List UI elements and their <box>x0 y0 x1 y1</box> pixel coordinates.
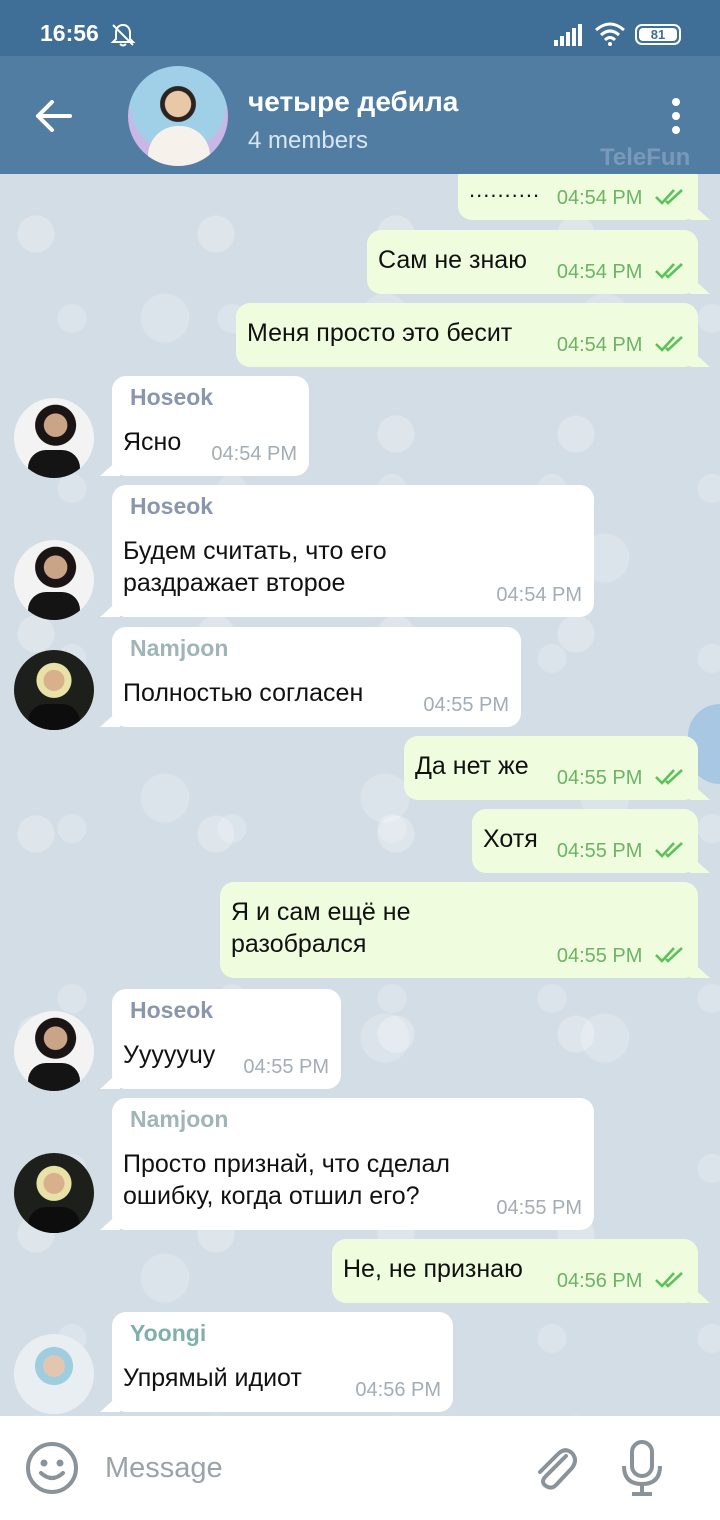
double-check-icon <box>655 842 683 858</box>
status-time: 16:56 <box>40 20 99 46</box>
message-meta: 04:54 PM <box>557 261 686 284</box>
chat-header: четыре дебила 4 members TeleFun <box>0 56 720 174</box>
message-text-line: раздражает второе <box>123 569 346 597</box>
message-text: Полностью согласен <box>123 679 364 707</box>
message-text-line: ошибку, когда отшил его? <box>123 1182 420 1210</box>
message-bubble-incoming[interactable]: Namjoon Полностью согласен 04:55 PM <box>100 627 521 727</box>
message-bubble-incoming[interactable]: Yoongi Упрямый идиот 04:56 PM <box>100 1312 453 1412</box>
message-input[interactable]: Message <box>105 1452 223 1485</box>
emoji-icon[interactable] <box>24 1440 80 1496</box>
message-time: 04:56 PM <box>556 1270 643 1292</box>
message-text: Сам не знаю <box>378 246 527 274</box>
sender-name[interactable]: Namjoon <box>130 1106 228 1133</box>
message-time: 04:55 PM <box>556 767 643 789</box>
message-bubble-outgoing[interactable]: Хотя 04:55 PM <box>472 809 710 873</box>
message-text: Упрямый идиот <box>123 1364 302 1392</box>
avatar-namjoon[interactable] <box>14 1153 94 1233</box>
message-time: 04:56 PM <box>355 1379 441 1401</box>
sender-name[interactable]: Hoseok <box>130 384 213 411</box>
message-bubble-outgoing[interactable]: .......... 04:54 PM <box>458 174 710 220</box>
microphone-icon[interactable] <box>620 1438 664 1498</box>
double-check-icon <box>655 336 683 352</box>
watermark: TeleFun <box>600 144 691 171</box>
double-check-icon <box>655 189 683 205</box>
bell-off-icon <box>110 23 136 47</box>
battery-level: 81 <box>639 28 677 41</box>
message-bubble-outgoing[interactable]: Я и сам ещё не разобрался 04:55 PM <box>220 882 710 978</box>
message-text-line: разобрался <box>231 930 367 958</box>
status-bar: 16:56 81 <box>0 0 720 56</box>
message-text: Уууууuy <box>123 1041 216 1069</box>
message-meta: 04:54 PM <box>557 187 686 210</box>
message-meta: 04:55 PM <box>557 767 686 790</box>
paperclip-icon[interactable] <box>526 1440 582 1496</box>
message-time: 04:54 PM <box>496 584 582 606</box>
message-meta: 04:55 PM <box>557 840 686 863</box>
message-time: 04:55 PM <box>496 1197 582 1219</box>
avatar-hoseok[interactable] <box>14 1011 94 1091</box>
double-check-icon <box>655 263 683 279</box>
message-time: 04:55 PM <box>243 1056 329 1078</box>
message-bubble-outgoing[interactable]: Меня просто это бесит 04:54 PM <box>236 303 710 367</box>
message-time: 04:55 PM <box>423 694 509 716</box>
avatar-hoseok[interactable] <box>14 398 94 478</box>
chat-title[interactable]: четыре дебила <box>248 86 458 118</box>
message-bubble-incoming[interactable]: Hoseok Будем считать, что его раздражает… <box>100 485 594 617</box>
message-time: 04:54 PM <box>556 187 643 209</box>
message-text: Да нет же <box>415 752 529 780</box>
message-time: 04:54 PM <box>556 261 643 283</box>
message-composer: Message <box>0 1416 720 1520</box>
double-check-icon <box>655 769 683 785</box>
avatar-hoseok[interactable] <box>14 540 94 620</box>
message-text-line: Будем считать, что его <box>123 537 387 565</box>
signal-icon <box>554 24 582 46</box>
message-meta: 04:56 PM <box>557 1270 686 1293</box>
message-time: 04:55 PM <box>556 945 643 967</box>
double-check-icon <box>655 947 683 963</box>
message-text: Меня просто это бесит <box>247 319 513 347</box>
message-list[interactable]: .......... 04:54 PM Сам не знаю 04:54 PM… <box>0 174 720 1416</box>
message-text-line: Просто признай, что сделал <box>123 1150 451 1178</box>
message-time: 04:55 PM <box>556 840 643 862</box>
avatar-yoongi[interactable] <box>14 1334 94 1414</box>
more-vert-icon[interactable] <box>664 96 688 136</box>
sender-name[interactable]: Namjoon <box>130 635 228 662</box>
double-check-icon <box>655 1272 683 1288</box>
sender-name[interactable]: Hoseok <box>130 493 213 520</box>
message-bubble-incoming[interactable]: Namjoon Просто признай, что сделал ошибк… <box>100 1098 594 1230</box>
battery-icon: 81 <box>635 24 681 45</box>
message-meta: 04:55 PM <box>557 945 686 968</box>
message-time: 04:54 PM <box>556 334 643 356</box>
message-bubble-outgoing[interactable]: Не, не признаю 04:56 PM <box>332 1239 710 1303</box>
message-bubble-outgoing[interactable]: Сам не знаю 04:54 PM <box>367 230 710 294</box>
sender-name[interactable]: Yoongi <box>130 1320 206 1347</box>
wifi-icon <box>595 22 625 46</box>
chat-member-count: 4 members <box>248 127 369 154</box>
group-avatar[interactable] <box>128 66 228 166</box>
message-text-line: Я и сам ещё не <box>231 898 411 926</box>
message-bubble-incoming[interactable]: Hoseok Уууууuy 04:55 PM <box>100 989 341 1089</box>
message-meta: 04:54 PM <box>557 334 686 357</box>
back-arrow-icon[interactable] <box>32 96 76 136</box>
message-text: Хотя <box>483 825 538 853</box>
message-text: .......... <box>469 177 541 202</box>
sender-name[interactable]: Hoseok <box>130 997 213 1024</box>
message-text: Ясно <box>123 428 182 456</box>
avatar-namjoon[interactable] <box>14 650 94 730</box>
message-bubble-outgoing[interactable]: Да нет же 04:55 PM <box>404 736 710 800</box>
message-bubble-incoming[interactable]: Hoseok Ясно 04:54 PM <box>100 376 309 476</box>
message-time: 04:54 PM <box>211 443 297 465</box>
message-text: Не, не признаю <box>343 1255 523 1283</box>
